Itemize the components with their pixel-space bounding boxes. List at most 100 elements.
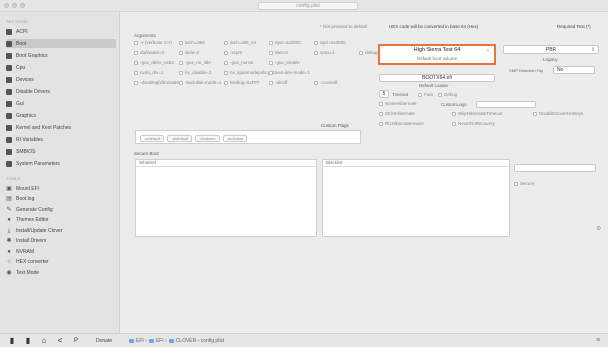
custom-flags-field[interactable]: -v/default -a/default -f/volume -no/kdme — [135, 130, 361, 144]
donate-button[interactable]: Donate — [96, 338, 112, 344]
install-drivers-icon: ✱ — [6, 238, 12, 244]
sidebar-item[interactable]: Disable Drivers — [6, 87, 116, 96]
boot-option-checkbox[interactable]: NeverHibernate — [379, 101, 417, 106]
argument-checkbox[interactable]: nv_disable=1 — [179, 70, 212, 75]
boot-option-checkbox[interactable]: RtcHibernateAware — [379, 121, 424, 126]
sidebar-tool-item[interactable]: ✎ Generate Config — [6, 205, 116, 214]
sidebar-tool-item[interactable]: ● Themes Editor — [6, 216, 116, 225]
argument-label: npci=0x3000 — [320, 40, 346, 45]
sidebar-item[interactable]: Boot — [6, 39, 116, 48]
debug-checkbox[interactable]: Debug — [438, 92, 457, 97]
home-icon[interactable]: ⌂ — [40, 337, 48, 345]
secure-boot-select[interactable] — [514, 164, 596, 172]
checkbox-box — [314, 40, 318, 45]
system-parameters-icon — [6, 160, 12, 167]
install-clover-icon: ⤓ — [7, 227, 11, 234]
checkbox-box — [533, 111, 537, 116]
argument-checkbox[interactable]: nvda_drv=1 — [134, 70, 164, 75]
argument-checkbox[interactable]: -disablegfxfirmware — [134, 80, 179, 85]
hex-note: HEX code will be converted in base 64 (H… — [389, 24, 479, 29]
boot-option-checkbox[interactable]: DisableCloverHotkeys — [533, 111, 583, 116]
argument-checkbox[interactable]: cpus=1 — [314, 50, 335, 55]
blacklist-table[interactable]: Blacklist — [322, 159, 510, 237]
argument-label: arch=x86_64 — [230, 40, 257, 45]
boot-option-checkbox[interactable]: StrictHibernate — [379, 111, 415, 116]
sidebar-item[interactable]: Kernel and Kext Patches — [6, 123, 116, 132]
path-segment[interactable]: config.plist — [201, 338, 225, 344]
disable-drivers-icon — [6, 88, 12, 95]
default-loader-field[interactable]: BOOTX64.efi — [379, 74, 495, 82]
argument-label: npci=0x2000 — [275, 40, 301, 45]
sidebar-tool-item[interactable]: ▣ Mount EFI — [6, 184, 116, 193]
argument-checkbox[interactable]: -alcoff — [269, 80, 287, 85]
timeout-field[interactable]: 5 — [379, 90, 389, 98]
custom-flag-tag[interactable]: -v/default — [140, 135, 165, 142]
sidebar-tool-item[interactable]: ✱ Install Drivers — [6, 237, 116, 246]
argument-checkbox[interactable]: -gux_defer_usb2 — [134, 60, 174, 65]
argument-checkbox[interactable]: darkwake=0 — [134, 50, 164, 55]
argument-checkbox[interactable]: arch=x86_64 — [224, 40, 256, 45]
argument-checkbox[interactable]: -bad-disk-mode=1 — [179, 80, 221, 85]
close-window-button[interactable] — [4, 3, 9, 8]
import-icon[interactable]: ▮ — [8, 337, 16, 345]
sidebar-item[interactable]: SMBIOS — [6, 147, 116, 156]
whitelist-table[interactable]: Whitelist — [135, 159, 317, 237]
sidebar-tool-item[interactable]: ⤓ Install/Update Clover — [6, 226, 116, 235]
path-segment[interactable]: EFI — [156, 338, 164, 344]
argument-checkbox[interactable]: -ccoreoff — [314, 80, 337, 85]
path-segment[interactable]: EFI — [136, 338, 144, 344]
xmp-select[interactable]: No — [553, 66, 595, 74]
zoom-window-button[interactable] — [20, 3, 25, 8]
custom-flag-tag[interactable]: -no/kdme — [222, 135, 248, 142]
export-icon[interactable]: ▮ — [24, 337, 32, 345]
sidebar-item[interactable]: Gui — [6, 99, 116, 108]
sidebar-item[interactable]: ACPI — [6, 27, 116, 36]
path-segment[interactable]: CLOVER — [176, 338, 197, 344]
boot-option-checkbox[interactable]: NeverDoRecovery — [452, 121, 495, 126]
sidebar-item[interactable]: System Parameters — [6, 159, 116, 168]
settings-icon[interactable]: ⚙ — [596, 225, 601, 232]
argument-checkbox[interactable]: nv_spanmodepolicy=1 — [224, 70, 275, 75]
argument-checkbox[interactable]: arch=i386 — [179, 40, 205, 45]
sidebar-item-label: Boot Graphics — [16, 52, 48, 59]
sidebar-tool-item[interactable]: ▤ Boot.log — [6, 195, 116, 204]
argument-checkbox[interactable]: -v (verbose 2>r) — [134, 40, 172, 45]
argument-checkbox[interactable]: -gux_nomsi — [224, 60, 253, 65]
sidebar-tool-item[interactable]: ○ HEX converter — [6, 258, 116, 267]
secure-boot-title: Secure Boot — [134, 151, 159, 156]
default-volume-selector[interactable]: High Sierra Test 64 ⌄ Default boot volum… — [378, 44, 496, 65]
fast-checkbox[interactable]: Fast — [418, 92, 433, 97]
share-icon[interactable]: < — [56, 337, 64, 345]
argument-label: -gux_no_idle — [185, 60, 211, 65]
custom-logo-select[interactable] — [476, 101, 536, 108]
secure-checkbox[interactable]: Secure — [514, 181, 534, 186]
sidebar-item[interactable]: Devices — [6, 75, 116, 84]
argument-checkbox[interactable]: slide=0 — [179, 50, 199, 55]
sidebar-tool-item[interactable]: ◉ Text Mode — [6, 268, 116, 277]
boot-option-checkbox[interactable]: SkipHibernateTimeout — [452, 111, 502, 116]
argument-checkbox[interactable]: -gux_enable — [269, 60, 300, 65]
custom-flag-tag[interactable]: -f/volume — [195, 135, 220, 142]
argument-checkbox[interactable]: npci=0x2000 — [269, 40, 301, 45]
gear-icon[interactable]: ≡ — [596, 337, 600, 344]
argument-checkbox[interactable]: -gux_no_idle — [179, 60, 211, 65]
default-loader-caption: Default Loader — [419, 83, 449, 88]
argument-checkbox[interactable]: npci=0x3000 — [314, 40, 346, 45]
whitelist-header: Whitelist — [136, 160, 316, 167]
custom-flag-tag[interactable]: -a/default — [167, 135, 193, 142]
required-text: Required Text (*) — [557, 24, 591, 29]
legacy-select[interactable]: PBR ⇕ — [503, 45, 599, 54]
sidebar-item[interactable]: Graphics — [6, 111, 116, 120]
boot-option-label: StrictHibernate — [385, 111, 415, 116]
argument-checkbox[interactable]: kext-dev-mode=1 — [269, 70, 310, 75]
sidebar-item[interactable]: Rt Variables — [6, 135, 116, 144]
sidebar-item[interactable]: Cpu — [6, 63, 116, 72]
paypal-icon[interactable]: P — [72, 337, 80, 345]
argument-checkbox[interactable]: kextlog=0xFFF — [224, 80, 260, 85]
sidebar-tool-item[interactable]: ● NVRAM — [6, 247, 116, 256]
sidebar-item[interactable]: Boot Graphics — [6, 51, 116, 60]
chevron-down-icon: ⌄ — [485, 47, 490, 53]
argument-checkbox[interactable]: dart=0 — [269, 50, 288, 55]
minimize-window-button[interactable] — [12, 3, 17, 8]
argument-checkbox[interactable]: -xcpm — [224, 50, 242, 55]
